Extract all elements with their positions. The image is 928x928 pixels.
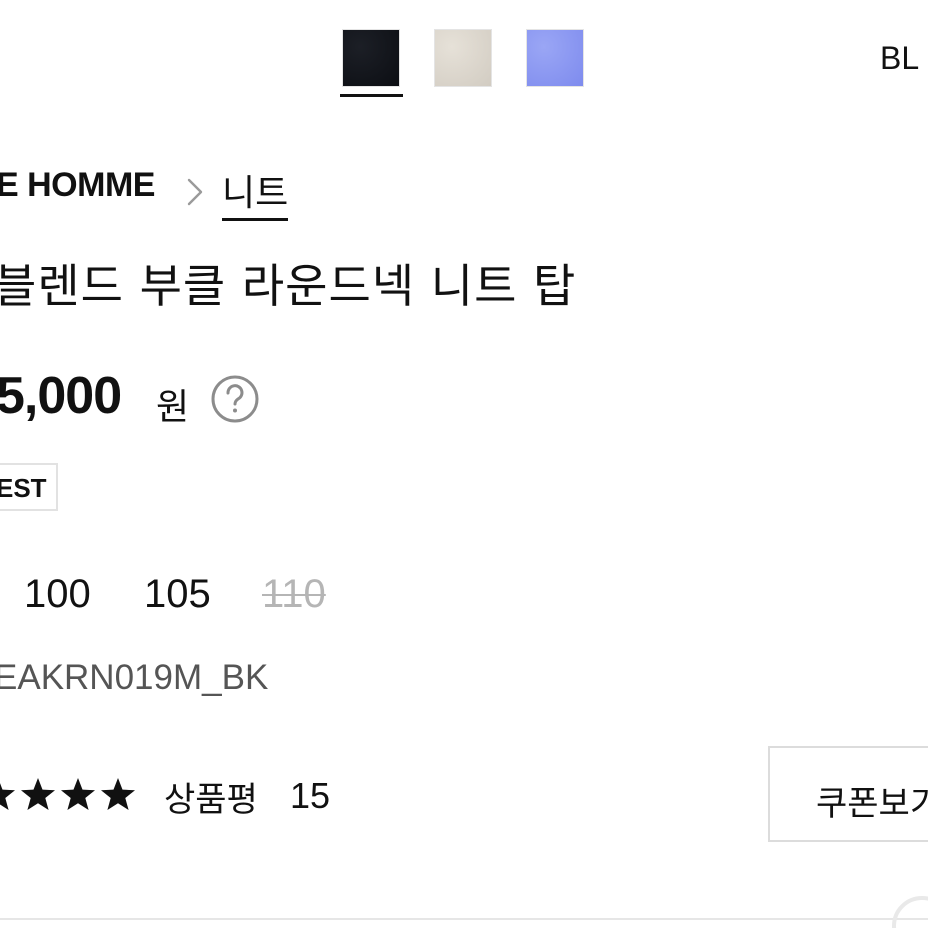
corner-decoration bbox=[892, 896, 928, 928]
color-swatch-black[interactable] bbox=[340, 27, 404, 99]
coupon-button[interactable]: 쿠폰보기 bbox=[768, 746, 928, 842]
review-label[interactable]: 상품평 bbox=[164, 772, 258, 821]
star-icon bbox=[61, 778, 95, 810]
product-price: 5,000 bbox=[0, 367, 122, 425]
star-icon bbox=[21, 778, 55, 810]
product-code: EAKRN019M_BK bbox=[0, 658, 269, 697]
breadcrumb-category[interactable]: 니트 bbox=[222, 164, 289, 221]
section-divider bbox=[0, 918, 928, 920]
size-option-105[interactable]: 105 bbox=[144, 572, 211, 617]
star-icon bbox=[101, 778, 135, 810]
product-detail-page: BL E HOMME 니트 블렌드 부클 라운드넥 니트 탑 5,000 원 E… bbox=[0, 0, 928, 928]
swatch-beige-fill bbox=[434, 29, 492, 87]
swatch-blue-fill bbox=[526, 29, 584, 87]
price-currency: 원 bbox=[156, 387, 190, 428]
color-swatch-blue[interactable] bbox=[524, 27, 588, 99]
size-option-100[interactable]: 100 bbox=[24, 572, 91, 617]
product-title: 블렌드 부클 라운드넥 니트 탑 bbox=[0, 259, 577, 313]
coupon-button-label: 쿠폰보기 bbox=[816, 784, 928, 824]
breadcrumb-brand[interactable]: E HOMME bbox=[0, 166, 155, 205]
swatch-black-fill bbox=[342, 29, 400, 87]
review-count[interactable]: 15 bbox=[290, 775, 330, 817]
size-option-110-soldout: 110 bbox=[262, 572, 326, 616]
badge-label: EST bbox=[0, 473, 47, 503]
question-circle-icon[interactable] bbox=[210, 374, 260, 424]
rating-stars bbox=[0, 778, 135, 810]
star-icon bbox=[0, 783, 15, 810]
selected-color-label: BL bbox=[880, 40, 920, 76]
color-swatch-beige[interactable] bbox=[432, 27, 496, 99]
selected-swatch-underline bbox=[340, 94, 403, 97]
product-badge: EST bbox=[0, 463, 58, 511]
chevron-right-icon bbox=[187, 178, 203, 206]
